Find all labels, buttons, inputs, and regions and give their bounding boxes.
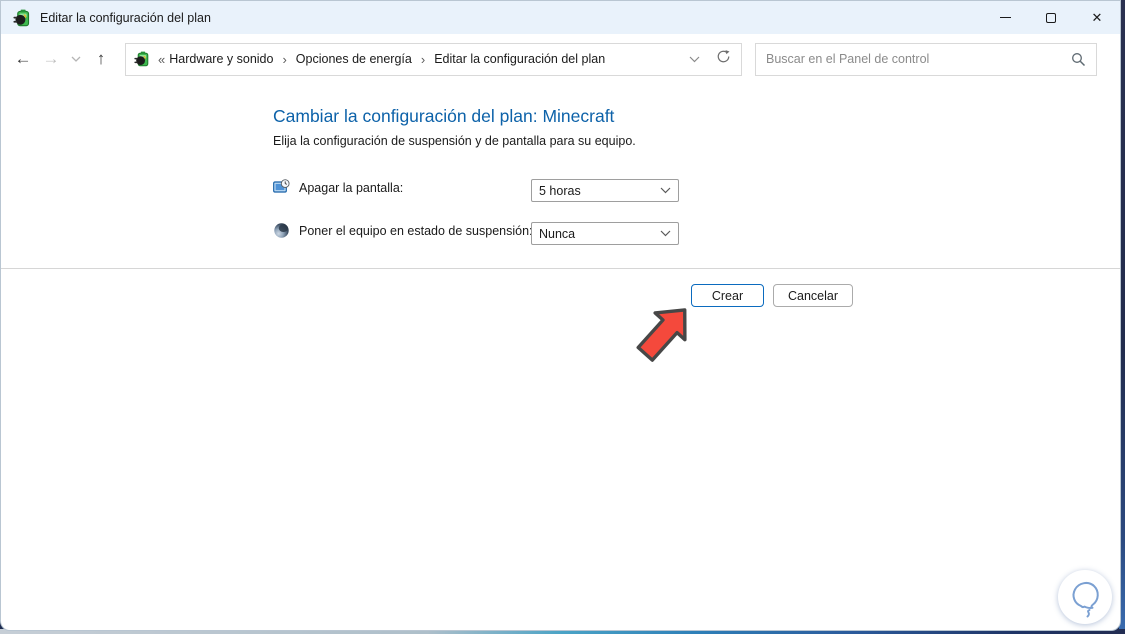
breadcrumb-item-edit-plan[interactable]: Editar la configuración del plan — [430, 46, 609, 72]
chevron-down-icon — [660, 230, 671, 237]
section-divider — [1, 268, 1120, 269]
search-input[interactable] — [756, 52, 1071, 66]
close-button[interactable]: ✕ — [1074, 1, 1120, 34]
search-icon[interactable] — [1071, 52, 1086, 67]
setting-label: Poner el equipo en estado de suspensión: — [299, 223, 533, 238]
navigation-bar: ← → ↑ « Hardware y sonido › Opciones de … — [1, 34, 1120, 84]
display-off-dropdown[interactable]: 5 horas — [531, 179, 679, 202]
power-plan-icon — [13, 9, 30, 26]
display-clock-icon — [273, 179, 290, 193]
dropdown-selected-value: Nunca — [539, 226, 576, 241]
dropdown-selected-value: 5 horas — [539, 183, 581, 198]
window-controls: ✕ — [982, 1, 1120, 34]
close-icon: ✕ — [1091, 9, 1103, 25]
lightbulb-logo — [1058, 570, 1112, 624]
breadcrumb-separator: › — [282, 51, 287, 67]
setting-label: Apagar la pantalla: — [299, 180, 404, 195]
setting-row-sleep: Poner el equipo en estado de suspensión: — [273, 222, 533, 239]
control-panel-window: Editar la configuración del plan ✕ ← → ↑… — [0, 0, 1121, 631]
page-title: Cambiar la configuración del plan: Minec… — [273, 106, 615, 126]
create-button[interactable]: Crear — [691, 284, 764, 307]
dialog-buttons: Crear Cancelar — [691, 284, 853, 307]
page-subtitle: Elija la configuración de suspensión y d… — [273, 134, 636, 148]
setting-row-display-off: Apagar la pantalla: — [273, 179, 403, 196]
breadcrumb-separator: › — [420, 51, 426, 67]
power-plan-icon — [134, 51, 149, 67]
breadcrumb-item-energy-options[interactable]: Opciones de energía — [292, 46, 416, 72]
window-title: Editar la configuración del plan — [40, 10, 211, 25]
refresh-icon[interactable] — [716, 49, 731, 69]
address-bar[interactable]: « Hardware y sonido › Opciones de energí… — [125, 42, 742, 76]
title-bar: Editar la configuración del plan ✕ — [1, 1, 1120, 34]
chevron-down-icon — [660, 187, 671, 194]
up-button[interactable]: ↑ — [87, 45, 115, 73]
sleep-dropdown[interactable]: Nunca — [531, 222, 679, 245]
cancel-button[interactable]: Cancelar — [773, 284, 853, 307]
maximize-icon — [1046, 12, 1056, 23]
search-box — [755, 42, 1097, 76]
address-dropdown-chevron-icon[interactable] — [689, 50, 700, 68]
minimize-icon — [999, 17, 1011, 18]
sleep-sphere-icon — [274, 223, 289, 238]
minimize-button[interactable] — [982, 1, 1028, 34]
forward-button[interactable]: → — [37, 45, 65, 73]
history-chevron-icon[interactable] — [65, 45, 87, 73]
breadcrumb-item-hardware[interactable]: Hardware y sonido — [165, 46, 277, 72]
back-button[interactable]: ← — [9, 45, 37, 73]
red-pointer-arrow — [636, 308, 687, 362]
breadcrumb-collapsed-icon[interactable]: « — [158, 52, 165, 67]
maximize-button[interactable] — [1028, 1, 1074, 34]
